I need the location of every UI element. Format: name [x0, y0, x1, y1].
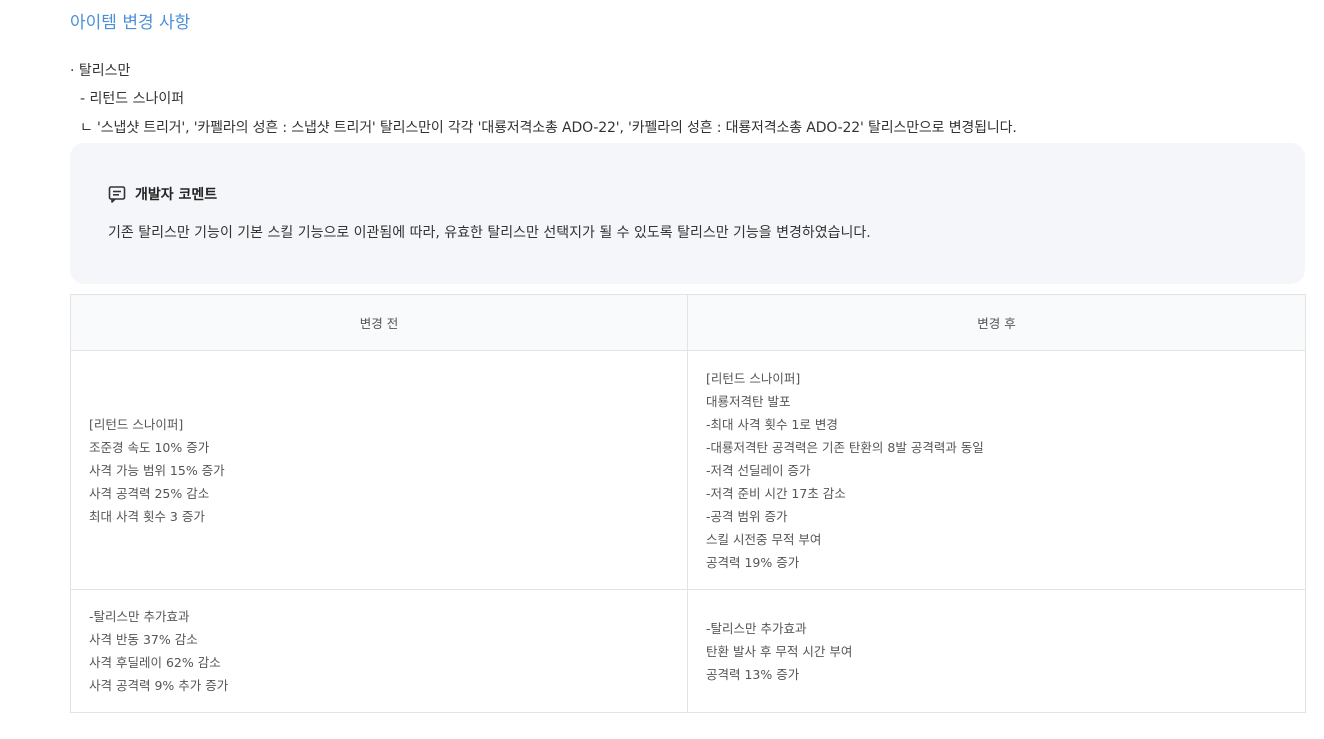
- cell-line: 공격력 19% 증가: [706, 554, 800, 570]
- cell-line: -공격 범위 증가: [706, 508, 788, 524]
- table-row: -탈리스만 추가효과 사격 반동 37% 감소 사격 후딜레이 62% 감소 사…: [70, 589, 1306, 713]
- cell-before: -탈리스만 추가효과 사격 반동 37% 감소 사격 후딜레이 62% 감소 사…: [70, 589, 688, 713]
- table-header-row: 변경 전 변경 후: [70, 294, 1306, 351]
- cell-line: -최대 사격 횟수 1로 변경: [706, 416, 838, 432]
- cell-before: [리턴드 스나이퍼] 조준경 속도 10% 증가 사격 가능 범위 15% 증가…: [70, 350, 688, 590]
- talisman-detail: ㄴ '스냅샷 트리거', '카펠라의 성흔 : 스냅샷 트리거' 탈리스만이 각…: [80, 120, 1017, 136]
- cell-line: 사격 반동 37% 감소: [89, 632, 198, 647]
- comparison-table: 변경 전 변경 후 [리턴드 스나이퍼] 조준경 속도 10% 증가 사격 가능…: [70, 294, 1306, 713]
- developer-comment-text: 기존 탈리스만 기능이 기본 스킬 기능으로 이관됨에 따라, 유효한 탈리스만…: [108, 225, 871, 241]
- talisman-item: · 탈리스만: [70, 63, 131, 79]
- cell-after: [리턴드 스나이퍼] 대룡저격탄 발포 -최대 사격 횟수 1로 변경 -대룡저…: [687, 350, 1306, 590]
- developer-comment-box: 개발자 코멘트 기존 탈리스만 기능이 기본 스킬 기능으로 이관됨에 따라, …: [70, 143, 1305, 284]
- cell-line: -탈리스만 추가효과: [706, 620, 807, 636]
- developer-comment-header: 개발자 코멘트: [108, 184, 217, 204]
- cell-line: -탈리스만 추가효과: [89, 609, 190, 624]
- cell-line: 사격 후딜레이 62% 감소: [89, 655, 221, 670]
- cell-line: 공격력 13% 증가: [706, 666, 800, 682]
- cell-line: -대룡저격탄 공격력은 기존 탄환의 8발 공격력과 동일: [706, 439, 984, 455]
- section-title: 아이템 변경 사항: [70, 13, 191, 33]
- talisman-sub-item: - 리턴드 스나이퍼: [80, 91, 185, 107]
- cell-line: [리턴드 스나이퍼]: [706, 370, 801, 386]
- developer-comment-title: 개발자 코멘트: [135, 187, 218, 203]
- table-row: [리턴드 스나이퍼] 조준경 속도 10% 증가 사격 가능 범위 15% 증가…: [70, 350, 1306, 590]
- cell-line: 사격 공격력 9% 추가 증가: [89, 678, 229, 693]
- patch-notes-section: 아이템 변경 사항 · 탈리스만 - 리턴드 스나이퍼 ㄴ '스냅샷 트리거',…: [0, 0, 1324, 739]
- cell-after: -탈리스만 추가효과 탄환 발사 후 무적 시간 부여 공격력 13% 증가: [687, 589, 1306, 713]
- comment-icon: [108, 185, 126, 203]
- cell-line: 최대 사격 횟수 3 증가: [89, 508, 205, 524]
- cell-line: 스킬 시전중 무적 부여: [706, 531, 822, 547]
- cell-line: 대룡저격탄 발포: [706, 393, 791, 409]
- cell-line: -저격 선딜레이 증가: [706, 462, 811, 478]
- cell-line: 탄환 발사 후 무적 시간 부여: [706, 643, 853, 659]
- cell-line: 사격 가능 범위 15% 증가: [89, 462, 225, 478]
- cell-line: [리턴드 스나이퍼]: [89, 416, 184, 432]
- cell-line: 조준경 속도 10% 증가: [89, 439, 210, 455]
- cell-line: -저격 준비 시간 17초 감소: [706, 485, 846, 501]
- header-before: 변경 전: [70, 294, 688, 351]
- cell-line: 사격 공격력 25% 감소: [89, 485, 210, 501]
- header-after: 변경 후: [687, 294, 1306, 351]
